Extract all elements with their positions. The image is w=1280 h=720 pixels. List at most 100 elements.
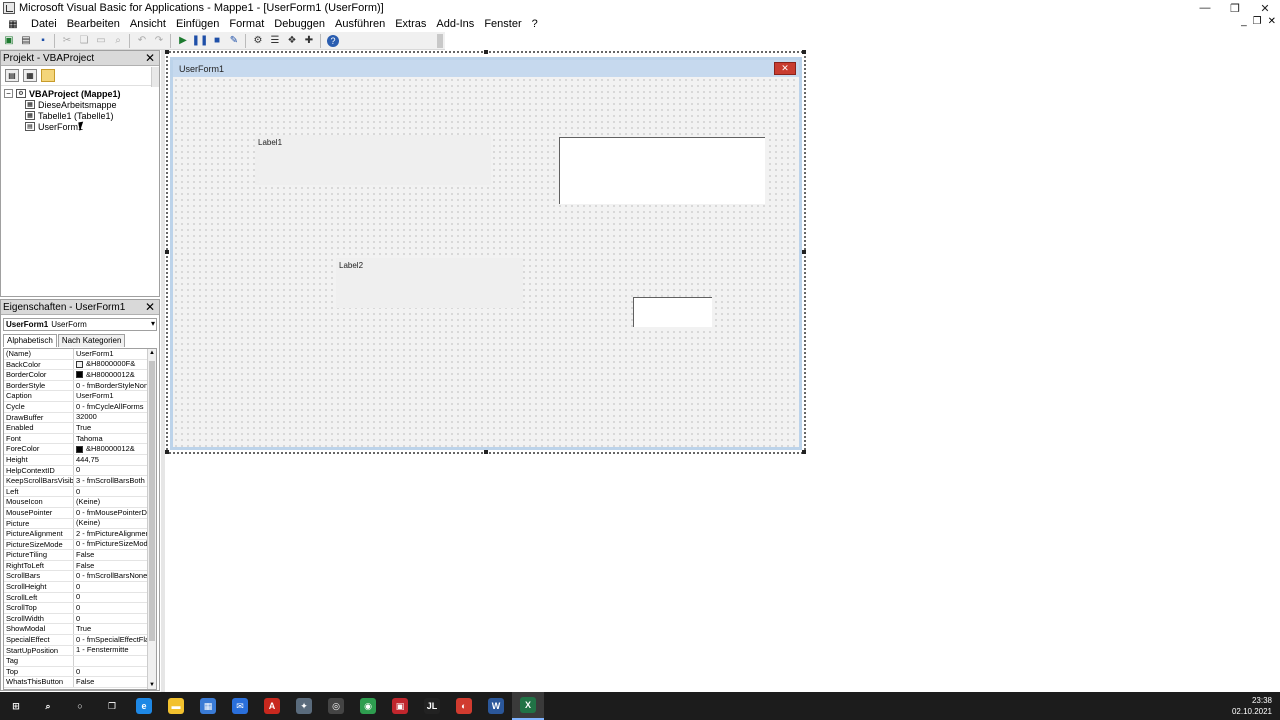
property-value[interactable]: (Keine) <box>74 497 156 507</box>
property-value[interactable] <box>74 656 156 666</box>
property-value[interactable]: False <box>74 677 156 687</box>
property-row[interactable]: BorderStyle 0 - fmBorderStyleNon <box>4 380 156 392</box>
property-row[interactable]: DrawBuffer 32000 <box>4 412 156 424</box>
taskbar-mail[interactable]: ✉ <box>224 692 256 720</box>
property-value[interactable]: False <box>74 550 156 560</box>
taskbar-acrobat[interactable]: A <box>256 692 288 720</box>
menu-add-ins[interactable]: Add-Ins <box>431 18 479 30</box>
property-row[interactable]: Top 0 <box>4 666 156 678</box>
property-row[interactable]: ScrollTop 0 <box>4 603 156 614</box>
vba-app-icon[interactable] <box>3 2 15 14</box>
insert-userform-icon[interactable]: ▤ <box>18 33 34 49</box>
property-row[interactable]: Left 0 <box>4 486 156 498</box>
undo-icon[interactable]: ↶ <box>134 33 150 49</box>
property-value[interactable]: 2 - fmPictureAlignmen <box>74 529 156 539</box>
property-row[interactable]: ScrollBars 0 - fmScrollBarsNone <box>4 571 156 583</box>
mdi-close-button[interactable]: ✕ <box>1268 16 1276 27</box>
property-row[interactable]: Tag <box>4 656 156 667</box>
property-row[interactable]: RightToLeft False <box>4 560 156 572</box>
menu-format[interactable]: Format <box>224 18 269 30</box>
property-value[interactable]: UserForm1 <box>74 349 156 359</box>
property-row[interactable]: PictureAlignment 2 - fmPictureAlignmen <box>4 529 156 540</box>
property-value[interactable]: True <box>74 423 156 433</box>
scroll-thumb[interactable] <box>149 361 155 641</box>
mdi-minimize-button[interactable]: _ <box>1241 16 1247 27</box>
property-value[interactable]: 0 - fmMousePointerDe <box>74 508 156 518</box>
resize-handle[interactable] <box>165 450 169 454</box>
label2-control[interactable]: Label2 <box>336 258 523 308</box>
object-selector[interactable]: UserForm1 UserForm ▾ <box>3 318 157 331</box>
property-row[interactable]: (Name) UserForm1 <box>4 349 156 360</box>
tree-root[interactable]: − ⚙ VBAProject (Mappe1) <box>1 88 159 99</box>
menu-bearbeiten[interactable]: Bearbeiten <box>62 18 125 30</box>
property-value[interactable]: 0 - fmPictureSizeMode <box>74 540 156 550</box>
property-value[interactable]: 0 <box>74 614 156 624</box>
collapse-icon[interactable]: − <box>4 89 13 98</box>
properties-window-icon[interactable]: ☰ <box>267 33 283 49</box>
userform-grid-canvas[interactable]: Label1 Label2 <box>173 77 799 447</box>
menu-ausfuehren[interactable]: Ausführen <box>330 18 390 30</box>
taskbar-app-circle[interactable]: ◎ <box>320 692 352 720</box>
property-value[interactable]: True <box>74 624 156 634</box>
property-value[interactable]: False <box>74 561 156 571</box>
property-row[interactable]: ForeColor &H80000012& <box>4 444 156 455</box>
resize-handle[interactable] <box>484 50 488 54</box>
mdi-restore-button[interactable]: ❐ <box>1253 16 1262 27</box>
property-row[interactable]: Caption UserForm1 <box>4 391 156 402</box>
userform1[interactable]: UserForm1 ✕ Label1 Label2 <box>170 57 802 450</box>
properties-scrollbar[interactable]: ▲ ▼ <box>147 349 156 689</box>
view-object-icon[interactable]: ▦ <box>23 69 37 82</box>
design-mode-icon[interactable]: ✎ <box>226 33 242 49</box>
view-code-icon[interactable]: ▤ <box>5 69 19 82</box>
property-row[interactable]: MouseIcon (Keine) <box>4 497 156 508</box>
textbox-control-1[interactable] <box>559 137 765 204</box>
property-value[interactable]: UserForm1 <box>74 391 156 401</box>
property-row[interactable]: MousePointer 0 - fmMousePointerDe <box>4 507 156 519</box>
taskbar-word[interactable]: W <box>480 692 512 720</box>
paste-icon[interactable]: ▭ <box>93 33 109 49</box>
run-icon[interactable]: ▶ <box>175 33 191 49</box>
property-value[interactable]: (Keine) <box>74 519 156 529</box>
property-row[interactable]: PictureSizeMode 0 - fmPictureSizeMode <box>4 539 156 551</box>
taskbar-app-jl[interactable]: JL <box>416 692 448 720</box>
menu-debuggen[interactable]: Debuggen <box>269 18 330 30</box>
save-icon[interactable]: ▪ <box>35 33 51 49</box>
resize-handle[interactable] <box>165 250 169 254</box>
property-row[interactable]: KeepScrollBarsVisible 3 - fmScrollBarsBot… <box>4 476 156 487</box>
property-value[interactable]: Tahoma <box>74 434 156 444</box>
label1-control[interactable]: Label1 <box>255 135 491 185</box>
textbox-control-2[interactable] <box>633 297 712 327</box>
taskbar-chrome[interactable]: ◉ <box>352 692 384 720</box>
property-row[interactable]: Height 444,75 <box>4 454 156 466</box>
resize-handle[interactable] <box>484 450 488 454</box>
object-browser-icon[interactable]: ❖ <box>284 33 300 49</box>
cut-icon[interactable]: ✂ <box>59 33 75 49</box>
pause-icon[interactable]: ❚❚ <box>192 33 209 49</box>
property-row[interactable]: ScrollWidth 0 <box>4 613 156 625</box>
property-row[interactable]: ShowModal True <box>4 624 156 636</box>
minimize-button[interactable]: — <box>1190 0 1220 16</box>
toggle-folders-icon[interactable] <box>41 69 55 82</box>
property-row[interactable]: PictureTiling False <box>4 550 156 561</box>
properties-panel-close-icon[interactable]: ✕ <box>143 300 157 314</box>
chevron-down-icon[interactable]: ▾ <box>151 319 155 328</box>
property-value[interactable]: 0 <box>74 603 156 613</box>
property-value[interactable]: 0 - fmScrollBarsNone <box>74 571 156 581</box>
taskbar-store[interactable]: ▦ <box>192 692 224 720</box>
property-value[interactable]: 0 <box>74 593 156 603</box>
toolbox-icon[interactable]: ✚ <box>301 33 317 49</box>
scroll-up-icon[interactable]: ▲ <box>149 350 155 356</box>
property-value[interactable]: 444,75 <box>74 455 156 465</box>
taskbar-clock[interactable]: 23:38 02.10.2021 <box>1232 695 1272 717</box>
userform-close-icon[interactable]: ✕ <box>774 62 796 75</box>
property-row[interactable]: WhatsThisButton False <box>4 677 156 688</box>
property-value[interactable]: 0 - fmSpecialEffectFla <box>74 635 156 645</box>
find-icon[interactable]: ⌕ <box>110 33 126 49</box>
property-value[interactable]: 0 <box>74 487 156 497</box>
property-row[interactable]: SpecialEffect 0 - fmSpecialEffectFla <box>4 635 156 646</box>
property-row[interactable]: BorderColor &H80000012& <box>4 370 156 381</box>
taskbar-task-view[interactable]: ❐ <box>96 692 128 720</box>
property-row[interactable]: BackColor &H8000000F& <box>4 359 156 371</box>
resize-handle[interactable] <box>165 50 169 54</box>
resize-handle[interactable] <box>802 450 806 454</box>
